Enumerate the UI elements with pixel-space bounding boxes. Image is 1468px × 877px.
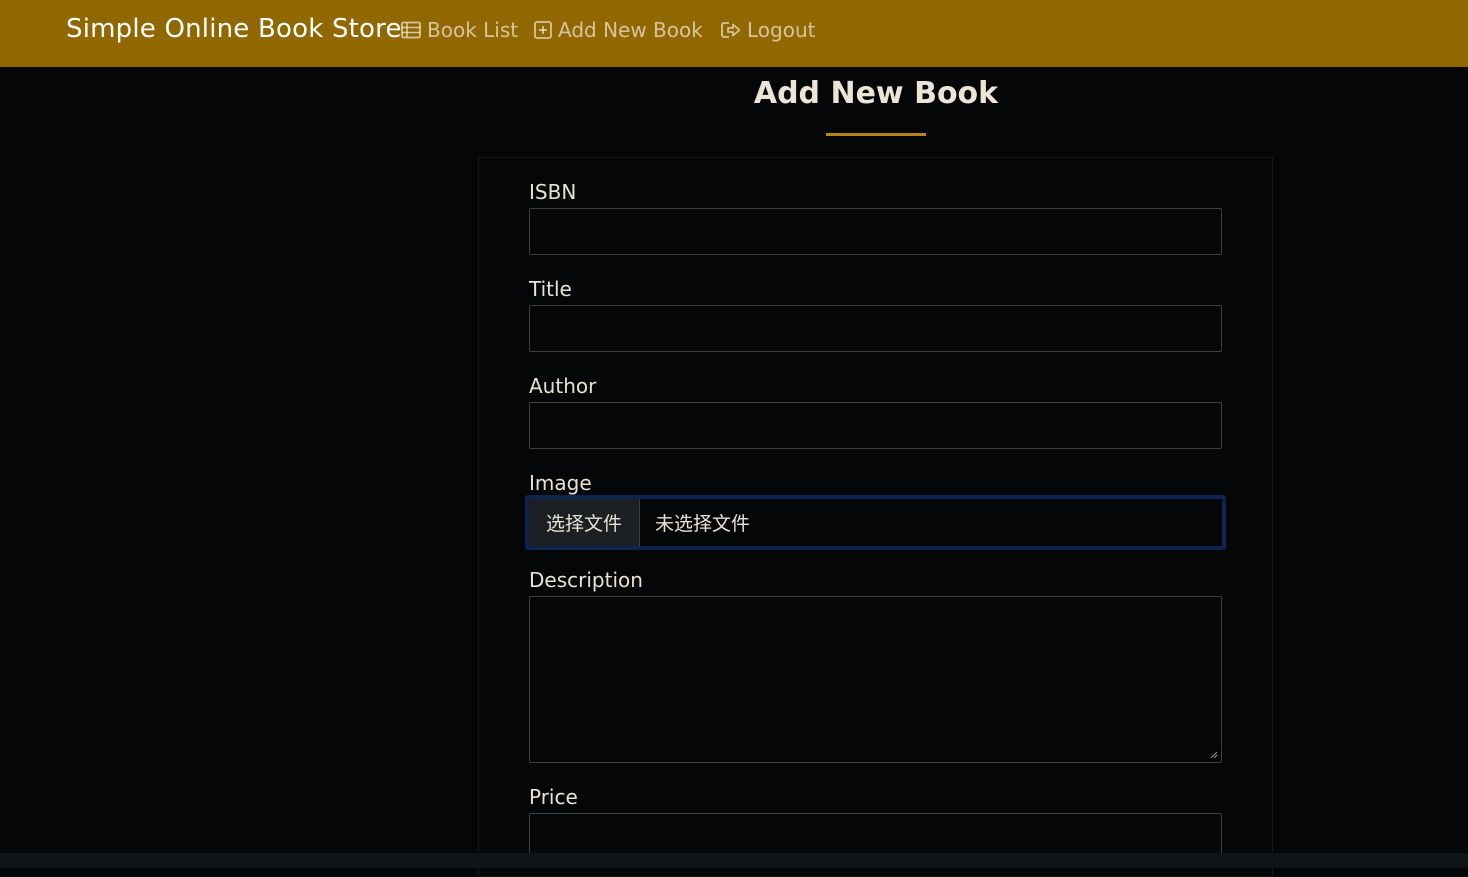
price-label: Price (529, 785, 578, 809)
brand-link[interactable]: Simple Online Book Store (66, 14, 402, 44)
image-label: Image (529, 471, 592, 495)
description-textarea[interactable] (529, 596, 1222, 763)
title-input[interactable] (529, 305, 1222, 352)
nav-logout-label: Logout (747, 18, 816, 42)
author-label: Author (529, 374, 597, 398)
title-underline (826, 133, 926, 136)
nav-add-new-book-label: Add New Book (558, 18, 703, 42)
plus-square-icon (534, 21, 552, 39)
page-title: Add New Book (753, 76, 999, 111)
author-input[interactable] (529, 402, 1222, 449)
nav-book-list-label: Book List (427, 18, 519, 42)
nav-logout[interactable]: Logout (721, 18, 815, 42)
nav-book-list[interactable]: Book List (401, 18, 518, 42)
isbn-label: ISBN (529, 180, 577, 204)
isbn-input[interactable] (529, 208, 1222, 255)
choose-file-button[interactable]: 选择文件 (529, 499, 640, 546)
image-file-input[interactable]: 选择文件 未选择文件 (525, 495, 1226, 550)
list-icon (401, 21, 421, 39)
sign-out-icon (721, 22, 741, 38)
file-status-text: 未选择文件 (655, 513, 751, 535)
nav-add-new-book[interactable]: Add New Book (534, 18, 703, 42)
top-navbar: Simple Online Book Store Book List Add N… (0, 0, 1468, 67)
title-label: Title (529, 277, 572, 301)
bottom-edge (0, 853, 1468, 868)
resize-handle-icon[interactable] (1210, 751, 1218, 759)
description-label: Description (529, 568, 643, 592)
